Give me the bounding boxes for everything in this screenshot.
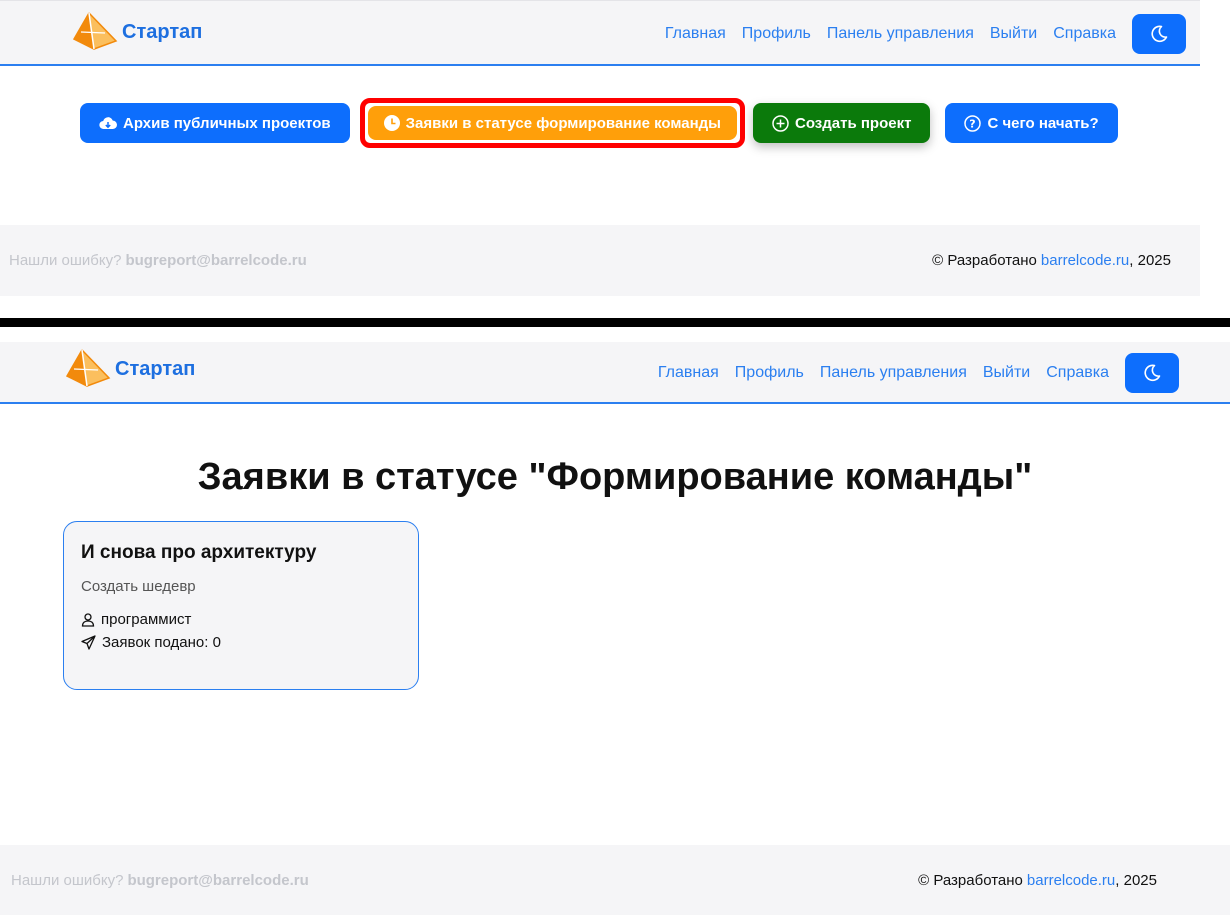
- page-title: Заявки в статусе "Формирование команды": [197, 456, 1033, 498]
- dev-link[interactable]: barrelcode.ru: [1041, 252, 1129, 269]
- nav-links: Главная Профиль Панель управления Выйти …: [658, 342, 1179, 404]
- archive-button[interactable]: Архив публичных проектов: [80, 103, 350, 143]
- bug-email[interactable]: bugreport@barrelcode.ru: [125, 252, 306, 269]
- top-screenshot-panel: Стартап Главная Профиль Панель управлени…: [0, 0, 1200, 296]
- bug-prompt: Нашли ошибку?: [11, 871, 124, 889]
- nav-logout[interactable]: Выйти: [990, 25, 1037, 43]
- dev-link[interactable]: barrelcode.ru: [1027, 872, 1115, 889]
- nav-logout[interactable]: Выйти: [983, 364, 1030, 382]
- nav-profile[interactable]: Профиль: [735, 364, 804, 382]
- project-card-role: программист: [81, 611, 401, 628]
- nav-dashboard[interactable]: Панель управления: [827, 25, 974, 43]
- theme-toggle-button[interactable]: [1132, 14, 1186, 54]
- bug-email[interactable]: bugreport@barrelcode.ru: [127, 872, 308, 889]
- moon-icon: [1144, 364, 1161, 382]
- dev-prefix: © Разработано: [918, 871, 1023, 889]
- project-card-subtitle: Создать шедевр: [81, 578, 196, 595]
- dev-suffix: , 2025: [1115, 871, 1157, 889]
- nav-help[interactable]: Справка: [1046, 364, 1109, 382]
- pyramid-logo-icon: [72, 12, 118, 50]
- brand-link[interactable]: Стартап: [72, 11, 202, 53]
- footer-credits: © Разработано barrelcode.ru , 2025: [932, 225, 1171, 296]
- getting-started-button[interactable]: ? С чего начать?: [945, 103, 1118, 143]
- bug-prompt: Нашли ошибку?: [9, 252, 122, 269]
- panel-gap: [1200, 0, 1230, 318]
- brand-link[interactable]: Стартап: [65, 348, 195, 390]
- person-icon: [81, 612, 95, 627]
- bottom-screenshot-panel: Стартап Главная Профиль Панель управлени…: [0, 340, 1230, 920]
- dev-prefix: © Разработано: [932, 252, 1037, 269]
- brand-name: Стартап: [122, 20, 203, 43]
- nav-home[interactable]: Главная: [665, 25, 726, 43]
- pyramid-logo-icon: [65, 349, 111, 387]
- project-card-applications: Заявок подано: 0: [81, 634, 401, 651]
- project-card-applications-text: Заявок подано: 0: [102, 634, 221, 651]
- svg-text:?: ?: [970, 117, 976, 130]
- navbar: Стартап Главная Профиль Панель управлени…: [0, 0, 1200, 66]
- footer: Нашли ошибку? bugreport@barrelcode.ru © …: [0, 225, 1200, 296]
- create-project-button-label: Создать проект: [795, 114, 912, 132]
- nav-home[interactable]: Главная: [658, 364, 719, 382]
- team-requests-button-label: Заявки в статусе формирование команды: [405, 114, 721, 132]
- highlight-frame: Заявки в статусе формирование команды: [359, 98, 745, 148]
- footer-bug-report: Нашли ошибку? bugreport@barrelcode.ru: [11, 845, 309, 915]
- question-circle-icon: ?: [964, 114, 982, 132]
- footer: Нашли ошибку? bugreport@barrelcode.ru © …: [0, 845, 1230, 915]
- project-card-title: И снова про архитектуру: [81, 542, 317, 563]
- team-requests-button[interactable]: Заявки в статусе формирование команды: [367, 106, 737, 140]
- archive-button-label: Архив публичных проектов: [123, 114, 331, 132]
- project-card-role-text: программист: [101, 611, 192, 628]
- moon-icon: [1151, 25, 1168, 43]
- getting-started-button-label: С чего начать?: [987, 114, 1099, 132]
- panel-separator: [0, 318, 1230, 327]
- nav-profile[interactable]: Профиль: [742, 25, 811, 43]
- footer-credits: © Разработано barrelcode.ru , 2025: [918, 845, 1157, 915]
- send-icon: [81, 635, 96, 650]
- plus-circle-icon: [772, 114, 789, 132]
- cloud-download-icon: [99, 117, 117, 130]
- clock-icon: [383, 115, 400, 131]
- nav-help[interactable]: Справка: [1053, 25, 1116, 43]
- create-project-button[interactable]: Создать проект: [753, 103, 931, 143]
- dev-suffix: , 2025: [1129, 252, 1171, 269]
- brand-name: Стартап: [115, 357, 196, 380]
- navbar: Стартап Главная Профиль Панель управлени…: [0, 342, 1230, 404]
- project-card[interactable]: И снова про архитектуру Создать шедевр п…: [63, 521, 419, 690]
- nav-dashboard[interactable]: Панель управления: [820, 364, 967, 382]
- footer-bug-report: Нашли ошибку? bugreport@barrelcode.ru: [9, 225, 307, 296]
- nav-links: Главная Профиль Панель управления Выйти …: [665, 1, 1186, 67]
- action-buttons: Архив публичных проектов Заявки в статус…: [80, 98, 1118, 148]
- theme-toggle-button[interactable]: [1125, 353, 1179, 393]
